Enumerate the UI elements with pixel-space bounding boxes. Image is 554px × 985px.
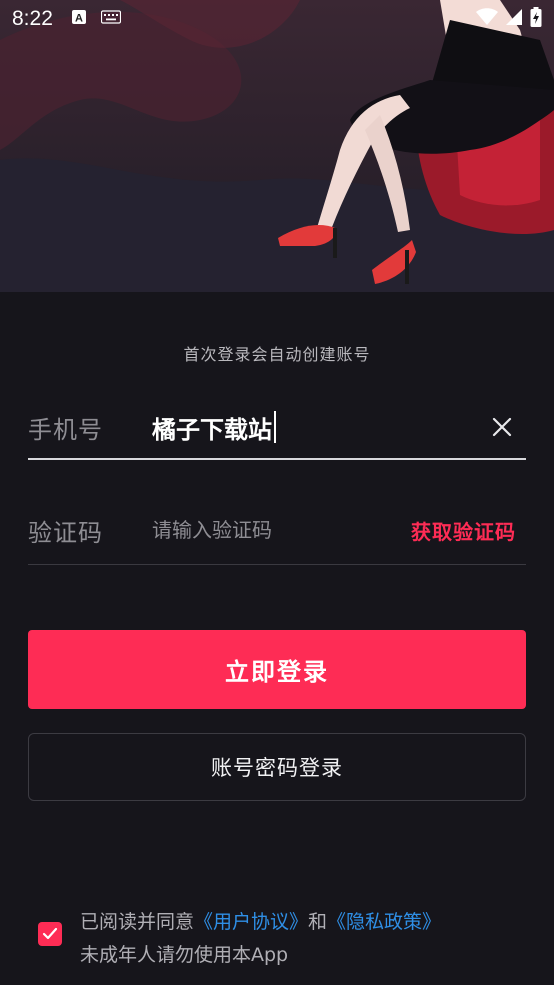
get-code-button[interactable]: 获取验证码 — [411, 516, 516, 545]
close-icon — [492, 417, 512, 437]
svg-text:A: A — [75, 12, 83, 24]
code-input[interactable] — [152, 518, 372, 542]
phone-value: 橘子下载站 — [152, 415, 272, 444]
agreement: 已阅读并同意《用户协议》和《隐私政策》 未成年人请勿使用本App — [38, 906, 528, 972]
battery-charging-icon — [530, 6, 542, 32]
keyboard-icon — [100, 9, 121, 29]
text-caret — [274, 411, 276, 443]
password-login-button[interactable]: 账号密码登录 — [28, 733, 526, 801]
agreement-text: 已阅读并同意《用户协议》和《隐私政策》 未成年人请勿使用本App — [80, 906, 441, 972]
signal-icon — [506, 8, 522, 31]
verification-code-field: 验证码 获取验证码 — [28, 496, 526, 565]
code-label: 验证码 — [28, 518, 103, 547]
login-button[interactable]: 立即登录 — [28, 630, 526, 709]
status-bar: 8:22 A — [0, 0, 554, 38]
check-icon — [42, 927, 58, 940]
minor-notice: 未成年人请勿使用本App — [80, 944, 289, 966]
clear-phone-button[interactable] — [484, 409, 520, 445]
phone-label: 手机号 — [28, 415, 103, 444]
agreement-checkbox[interactable] — [38, 922, 62, 946]
hero-image — [0, 0, 554, 292]
hero-illustration — [0, 0, 554, 292]
wifi-icon — [476, 7, 498, 31]
user-agreement-link[interactable]: 《用户协议》 — [194, 911, 308, 933]
phone-field[interactable]: 手机号 橘子下载站 — [28, 396, 526, 460]
agreement-prefix: 已阅读并同意 — [80, 911, 195, 933]
agreement-and: 和 — [308, 911, 328, 933]
auto-register-hint: 首次登录会自动创建账号 — [183, 345, 371, 364]
status-time: 8:22 — [12, 7, 53, 30]
privacy-policy-link[interactable]: 《隐私政策》 — [327, 911, 441, 933]
phone-input[interactable]: 橘子下载站 — [152, 410, 276, 445]
font-icon: A — [71, 9, 87, 30]
